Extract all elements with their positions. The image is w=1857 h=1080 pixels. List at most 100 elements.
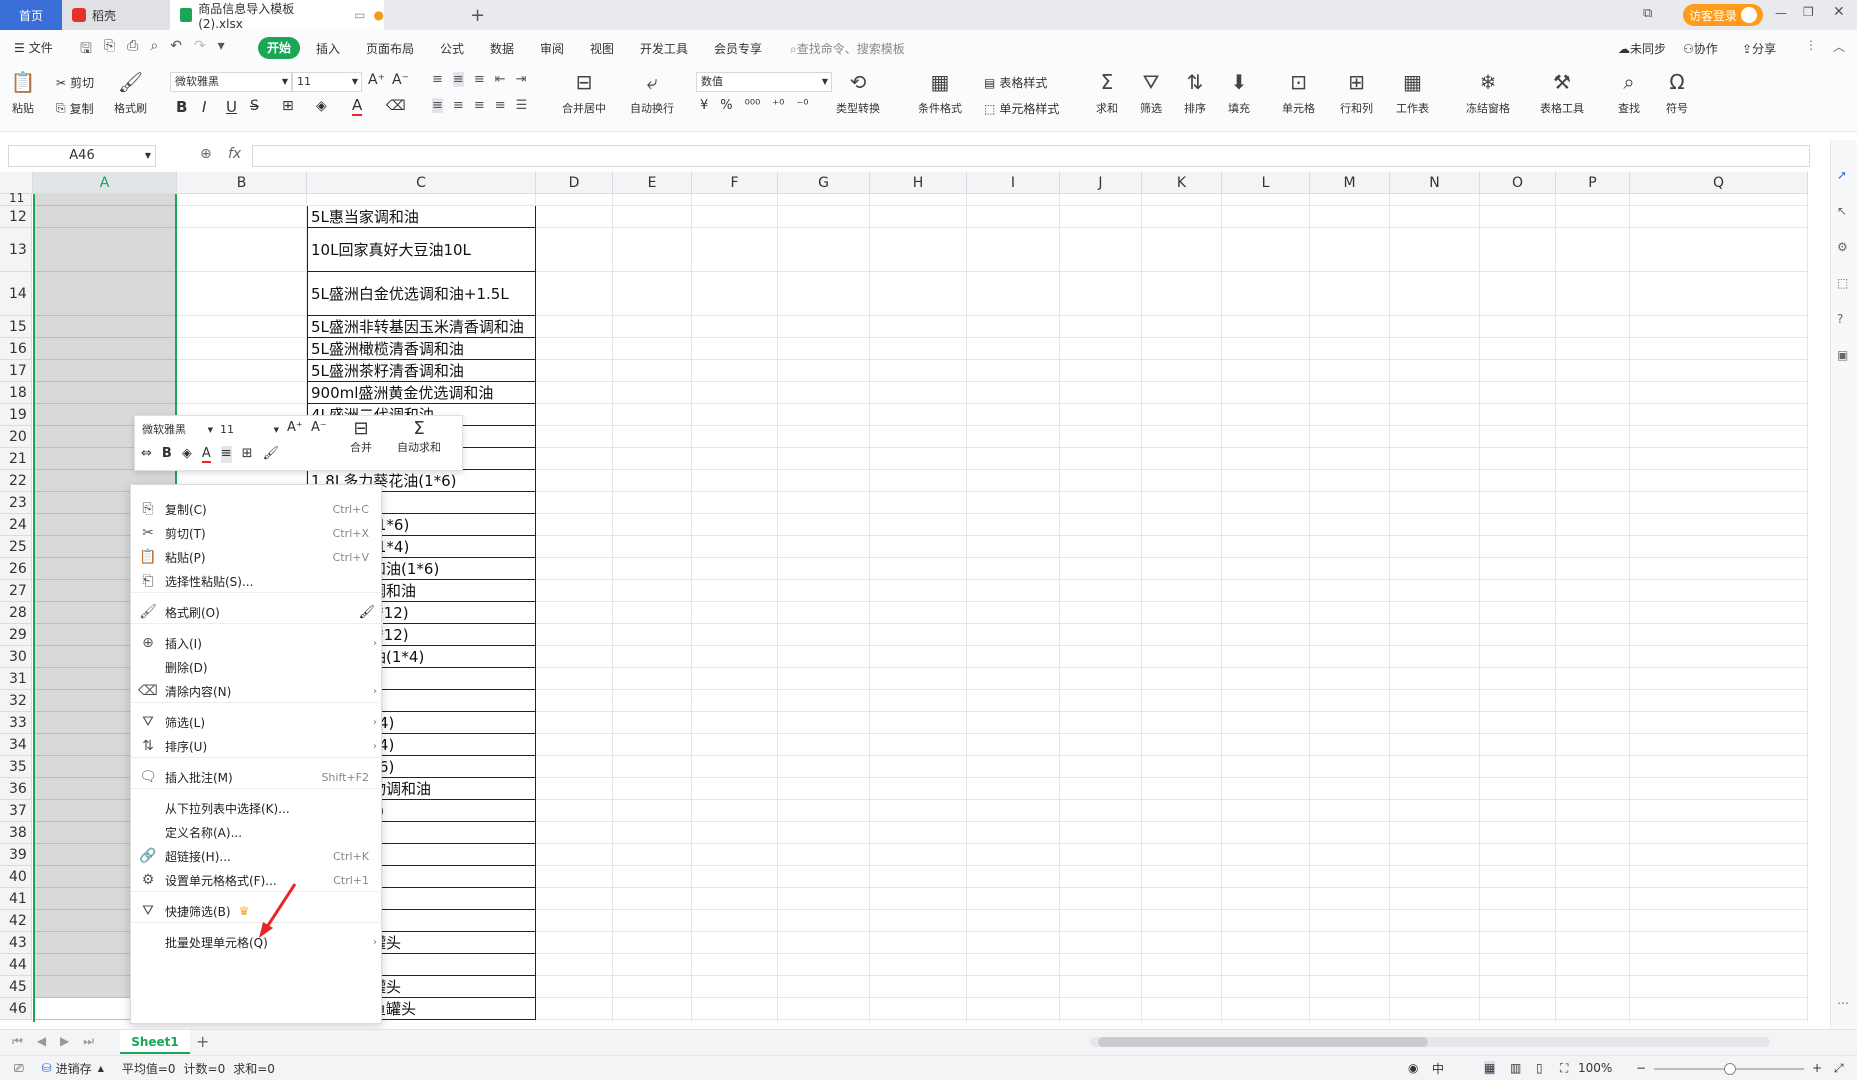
- zoom-out-icon[interactable]: −: [1636, 1061, 1646, 1075]
- column-header-e[interactable]: E: [613, 172, 692, 194]
- export-icon[interactable]: ⎘: [104, 38, 115, 62]
- scrollbar-thumb[interactable]: [1098, 1037, 1428, 1047]
- column-header-f[interactable]: F: [692, 172, 778, 194]
- type-convert-button[interactable]: ⟲ 类型转换: [836, 70, 880, 116]
- align-middle-icon[interactable]: ≡: [452, 72, 464, 87]
- cell-c14[interactable]: 5L盛洲白金优选调和油+1.5L: [307, 272, 536, 316]
- print-icon[interactable]: ⎙: [127, 38, 138, 62]
- column-header-a[interactable]: A: [33, 172, 177, 194]
- table-style-button[interactable]: ▤ 表格样式: [984, 74, 1047, 91]
- strikethrough-icon[interactable]: S̶: [250, 98, 259, 114]
- column-header-i[interactable]: I: [967, 172, 1060, 194]
- justify-icon[interactable]: ≡: [495, 98, 506, 113]
- mini-font-color-icon[interactable]: A: [201, 446, 211, 463]
- row-header-12[interactable]: 12: [0, 206, 32, 228]
- column-header-c[interactable]: C: [307, 172, 536, 194]
- login-button[interactable]: 访客登录: [1683, 4, 1763, 26]
- column-header-b[interactable]: B: [177, 172, 307, 194]
- input-method-icon[interactable]: 中: [1432, 1060, 1444, 1077]
- zoom-formula-icon[interactable]: ⊕: [200, 146, 212, 162]
- conditional-format-button[interactable]: ▦ 条件格式: [918, 70, 962, 116]
- tab-start[interactable]: 开始: [258, 37, 300, 59]
- next-sheet-icon[interactable]: ▶: [60, 1034, 69, 1049]
- context-menu-item-10[interactable]: 🗨 插入批注(M) Shift+F2: [131, 765, 383, 789]
- row-header-32[interactable]: 32: [0, 690, 32, 712]
- zoom-level[interactable]: 100%: [1578, 1061, 1612, 1075]
- filter-button[interactable]: ⛛ 筛选: [1138, 70, 1164, 116]
- file-menu[interactable]: ☰ 文件: [14, 39, 53, 56]
- context-menu-item-7[interactable]: ⌫ 清除内容(N) ›: [131, 679, 383, 703]
- add-sheet-button[interactable]: +: [196, 1032, 209, 1051]
- tab-view[interactable]: 视图: [590, 40, 614, 57]
- page-layout-view-icon[interactable]: ▥: [1510, 1061, 1521, 1075]
- mini-painter-icon[interactable]: 🖌: [263, 446, 280, 463]
- format-painter-button[interactable]: 🖌 格式刷: [114, 70, 147, 116]
- tab-file[interactable]: 商品信息导入模板 (2).xlsx ▭ ●: [170, 0, 384, 31]
- column-header-n[interactable]: N: [1390, 172, 1480, 194]
- paste-button[interactable]: 📋 粘贴: [10, 70, 36, 116]
- tab-review[interactable]: 审阅: [540, 40, 564, 57]
- mini-autosum-button[interactable]: Σ 自动求和: [397, 418, 441, 455]
- column-header-p[interactable]: P: [1556, 172, 1630, 194]
- expand-icon[interactable]: ⤢: [1834, 1061, 1844, 1076]
- decrease-font-icon[interactable]: A⁻: [392, 72, 409, 88]
- mini-size-select[interactable]: 11 ▼: [217, 420, 281, 440]
- help-icon[interactable]: ?: [1837, 312, 1843, 326]
- cell-c18[interactable]: 900ml盛洲黄金优选调和油: [307, 382, 536, 404]
- increase-decimal-icon[interactable]: ⁺⁰: [772, 98, 784, 113]
- mini-bold-icon[interactable]: B: [162, 446, 172, 463]
- more-icon[interactable]: ⋯: [1837, 996, 1849, 1010]
- row-header-33[interactable]: 33: [0, 712, 32, 734]
- context-menu-item-11[interactable]: 从下拉列表中选择(K)...: [131, 796, 383, 820]
- undo-icon[interactable]: ↶: [170, 38, 182, 62]
- worksheet-button[interactable]: ▦ 工作表: [1396, 70, 1429, 116]
- freeze-panes-button[interactable]: ❄ 冻结窗格: [1466, 70, 1510, 116]
- chevron-up-icon[interactable]: ▲: [98, 1064, 104, 1073]
- fullscreen-view-icon[interactable]: ⛶: [1560, 1061, 1568, 1076]
- last-sheet-icon[interactable]: ⏭: [83, 1034, 94, 1049]
- row-header-43[interactable]: 43: [0, 932, 32, 954]
- mini-decrease-font-icon[interactable]: A⁻: [311, 420, 327, 435]
- collab-button[interactable]: ⚇协作: [1683, 40, 1718, 57]
- sum-button[interactable]: Σ 求和: [1094, 70, 1120, 116]
- format-painter-pin-icon[interactable]: 🖌: [358, 605, 375, 620]
- copy-button[interactable]: ⎘ 复制: [56, 100, 94, 117]
- cell-c16[interactable]: 5L盛洲橄榄清香调和油: [307, 338, 536, 360]
- cell-c17[interactable]: 5L盛洲茶籽清香调和油: [307, 360, 536, 382]
- new-tab-button[interactable]: +: [460, 0, 485, 30]
- eraser-icon[interactable]: ⌫: [386, 98, 406, 114]
- redo-icon[interactable]: ↷: [194, 38, 206, 62]
- tab-data[interactable]: 数据: [490, 40, 514, 57]
- fill-button[interactable]: ⬇ 填充: [1226, 70, 1252, 116]
- save-icon[interactable]: 🖫: [80, 38, 92, 62]
- column-header-d[interactable]: D: [536, 172, 613, 194]
- row-header-16[interactable]: 16: [0, 338, 32, 360]
- underline-button[interactable]: U: [226, 98, 237, 116]
- align-bottom-icon[interactable]: ≡: [474, 72, 485, 87]
- prev-sheet-icon[interactable]: ◀: [37, 1034, 46, 1049]
- context-menu-item-12[interactable]: 定义名称(A)...: [131, 820, 383, 844]
- minimize-button[interactable]: —: [1775, 6, 1787, 20]
- eye-protect-icon[interactable]: ◉: [1408, 1061, 1418, 1075]
- tab-daoke[interactable]: 稻壳: [62, 0, 170, 30]
- tab-page-layout[interactable]: 页面布局: [366, 40, 414, 57]
- normal-view-icon[interactable]: ▦: [1484, 1061, 1496, 1075]
- mini-font-select[interactable]: 微软雅黑 ▼: [139, 420, 215, 440]
- outdent-icon[interactable]: ⇤: [495, 72, 506, 87]
- font-color-icon[interactable]: A: [352, 96, 363, 116]
- row-header-40[interactable]: 40: [0, 866, 32, 888]
- cell-c13[interactable]: 10L回家真好大豆油10L: [307, 228, 536, 272]
- window-mode-icon[interactable]: ▭: [354, 8, 365, 22]
- column-header-g[interactable]: G: [778, 172, 870, 194]
- command-search[interactable]: ⌕查找命令、搜索模板: [790, 40, 905, 57]
- find-button[interactable]: ⌕ 查找: [1616, 70, 1642, 116]
- merge-center-button[interactable]: ⊟ 合并居中: [562, 70, 606, 116]
- row-header-42[interactable]: 42: [0, 910, 32, 932]
- row-header-45[interactable]: 45: [0, 976, 32, 998]
- align-center-icon[interactable]: ≡: [453, 98, 464, 113]
- row-header-38[interactable]: 38: [0, 822, 32, 844]
- row-header-27[interactable]: 27: [0, 580, 32, 602]
- macro-icon[interactable]: ⎚: [14, 1061, 24, 1076]
- mini-border-icon[interactable]: ⊞: [242, 446, 253, 463]
- mini-increase-font-icon[interactable]: A⁺: [287, 420, 303, 435]
